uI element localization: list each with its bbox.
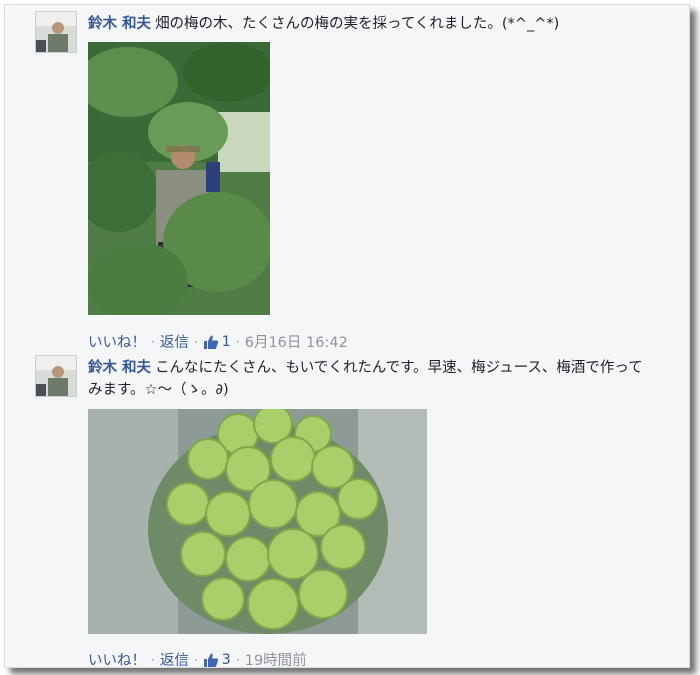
comment-body: こんなにたくさん、もいでくれたんです。早速、梅ジュース、梅酒で作ってみます。☆～… [88, 360, 643, 398]
like-count[interactable]: 3 [222, 652, 231, 668]
separator: · [193, 334, 198, 349]
comment-photo[interactable] [88, 42, 270, 315]
author-name[interactable]: 鈴木 和夫 [88, 16, 151, 32]
reply-link[interactable]: 返信 [160, 649, 189, 667]
avatar[interactable] [35, 355, 77, 397]
separator: · [151, 652, 155, 667]
screenshot-frame: 鈴木 和夫 畑の梅の木、たくさんの梅の実を採ってくれました。(*^_^*) いい… [0, 0, 700, 675]
separator: · [151, 334, 155, 349]
like-link[interactable]: いいね！ [88, 331, 146, 352]
thumbs-up-icon[interactable] [203, 334, 219, 350]
author-name[interactable]: 鈴木 和夫 [88, 360, 151, 376]
separator: · [235, 334, 240, 349]
like-link[interactable]: いいね！ [88, 649, 146, 667]
like-count[interactable]: 1 [222, 334, 231, 350]
comment-text-block: 鈴木 和夫 こんなにたくさん、もいでくれたんです。早速、梅ジュース、梅酒で作ってみ… [88, 357, 648, 401]
comment-actions: いいね！ · 返信 · 3 · 19時間前 [88, 649, 307, 668]
separator: · [235, 652, 240, 667]
comment-body: 畑の梅の木、たくさんの梅の実を採ってくれました。(*^_^*) [155, 16, 560, 32]
separator: · [193, 652, 198, 667]
avatar[interactable] [35, 11, 77, 53]
reply-link[interactable]: 返信 [160, 331, 189, 352]
comment-text-block: 鈴木 和夫 畑の梅の木、たくさんの梅の実を採ってくれました。(*^_^*) [88, 13, 648, 35]
comment-photo[interactable] [88, 409, 427, 634]
timestamp[interactable]: 19時間前 [245, 649, 307, 667]
comment-actions: いいね！ · 返信 · 1 · 6月16日 16:42 [88, 331, 348, 352]
timestamp[interactable]: 6月16日 16:42 [245, 331, 348, 352]
thumbs-up-icon[interactable] [203, 652, 219, 668]
comments-panel: 鈴木 和夫 畑の梅の木、たくさんの梅の実を採ってくれました。(*^_^*) いい… [4, 4, 690, 668]
